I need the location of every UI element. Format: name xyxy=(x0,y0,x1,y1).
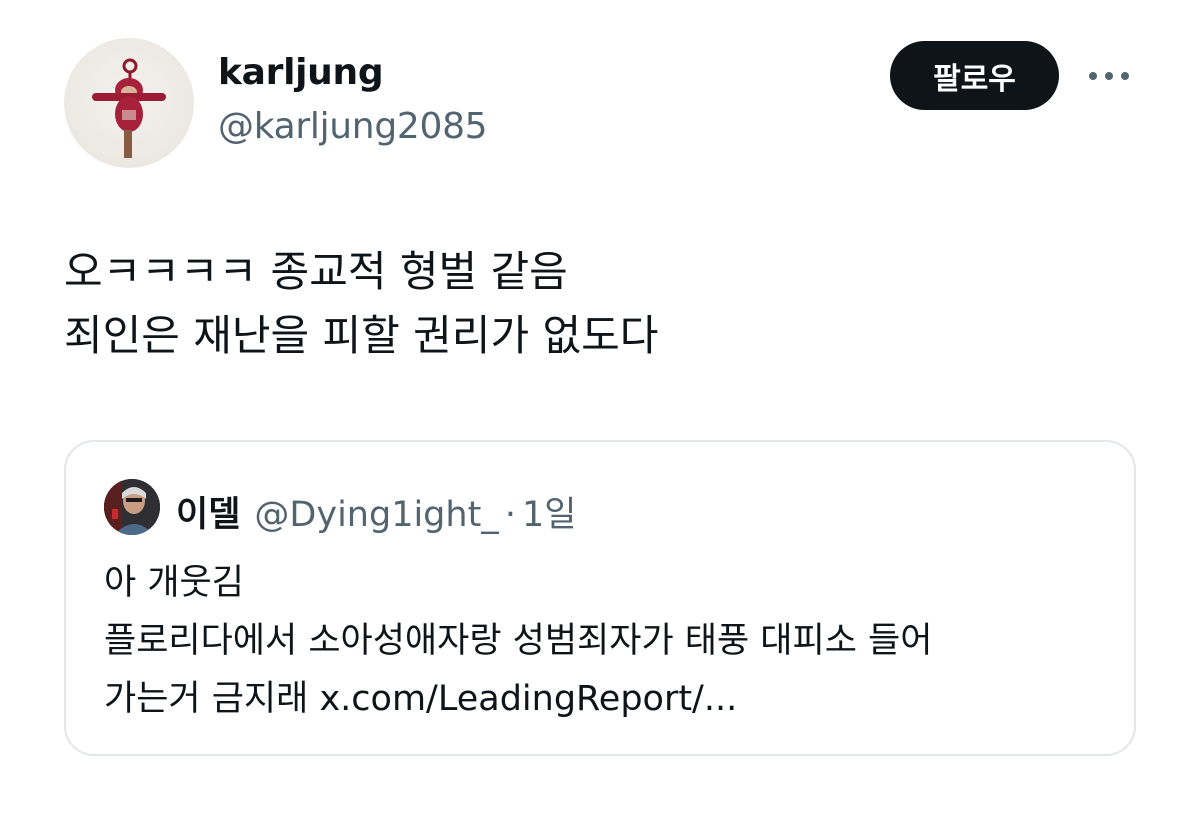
quoted-author-handle[interactable]: @Dying1ight_ xyxy=(254,495,498,535)
follow-button[interactable]: 팔로우 xyxy=(890,41,1059,110)
tweet-text-line: 죄인은 재난을 피할 권리가 없도다 xyxy=(64,311,659,360)
quoted-author-name[interactable]: 이델 xyxy=(176,486,240,537)
quoted-tweet-card[interactable]: 이델 @Dying1ight_ · 1일 아 개웃김 플로리다에서 소아성애자랑… xyxy=(64,440,1136,756)
tweet-text-line: 오ㅋㅋㅋㅋ 종교적 형벌 같음 xyxy=(64,247,568,296)
quoted-author-avatar[interactable] xyxy=(104,479,160,535)
quoted-text-line: 가는거 금지래 x.com/LeadingReport/... xyxy=(104,679,738,719)
more-horizontal-icon xyxy=(1089,72,1129,80)
quoted-tweet-header: 이델 @Dying1ight_ · 1일 xyxy=(176,486,576,535)
tweet-text: 오ㅋㅋㅋㅋ 종교적 형벌 같음 죄인은 재난을 피할 권리가 없도다 xyxy=(64,240,1144,368)
header-separator: · xyxy=(504,495,516,535)
author-handle[interactable]: @karljung2085 xyxy=(218,106,488,147)
person-photo-avatar-icon xyxy=(104,479,160,535)
more-options-button[interactable] xyxy=(1084,56,1134,96)
teletubby-figure-avatar-icon xyxy=(92,58,166,158)
quoted-tweet-text: 아 개웃김 플로리다에서 소아성애자랑 성범죄자가 태풍 대피소 들어 가는거 … xyxy=(104,554,1114,728)
author-avatar[interactable] xyxy=(64,38,194,168)
quoted-text-line: 플로리다에서 소아성애자랑 성범죄자가 태풍 대피소 들어 xyxy=(104,621,933,661)
author-display-name[interactable]: karljung xyxy=(218,52,384,93)
quoted-tweet-timestamp[interactable]: 1일 xyxy=(522,486,576,537)
quoted-text-line: 아 개웃김 xyxy=(104,563,244,603)
